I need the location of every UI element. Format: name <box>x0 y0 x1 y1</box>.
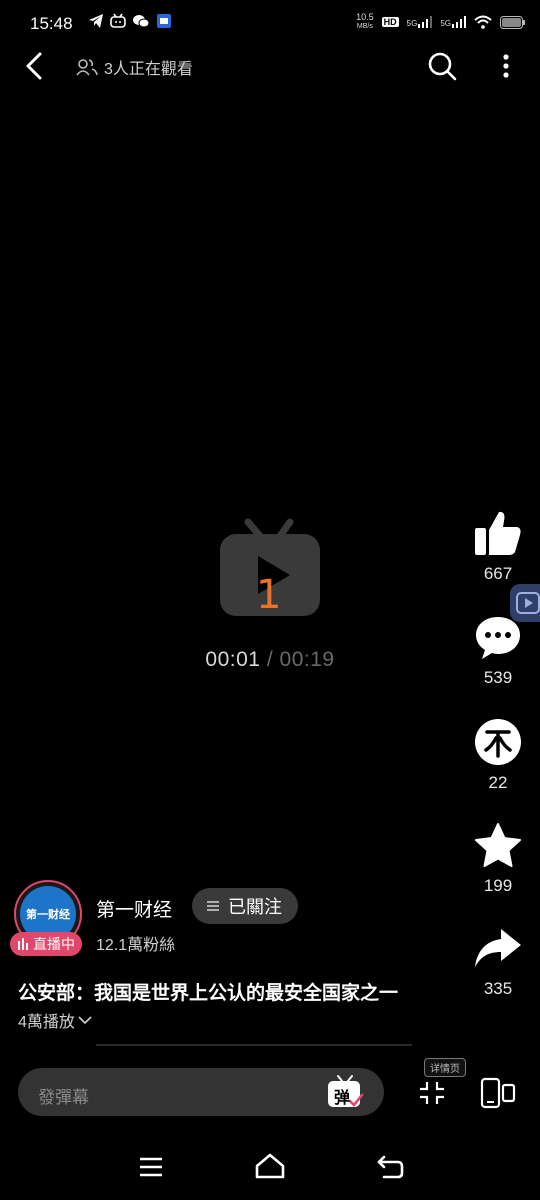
avatar-logo-text: 第一财经 <box>26 909 70 921</box>
app-notification-icon <box>157 14 171 28</box>
sim2-label: 5G <box>440 19 451 28</box>
system-back-button[interactable] <box>376 1154 404 1180</box>
viewer-count-text: 3人正在觀看 <box>104 61 193 78</box>
battery-icon <box>500 15 525 29</box>
telegram-icon <box>89 14 103 28</box>
menu-lines-icon <box>207 901 219 911</box>
floating-video-tab[interactable] <box>510 584 540 622</box>
total-time: 00:19 <box>279 648 335 671</box>
sim1-signal: 5G <box>407 16 433 28</box>
signal-icon <box>452 16 466 28</box>
player-overlay-digit: 1 <box>256 572 282 618</box>
favorite-action[interactable]: 199 <box>466 822 530 896</box>
play-button[interactable]: 1 <box>218 518 322 618</box>
live-badge-label: 直播中 <box>33 936 75 952</box>
wechat-icon <box>133 15 150 28</box>
live-badge[interactable]: 直播中 <box>10 932 82 956</box>
channel-name[interactable]: 第一财经 <box>96 895 172 922</box>
danmaku-placeholder: 發彈幕 <box>38 1088 89 1107</box>
comment-count: 539 <box>483 668 513 687</box>
follow-button[interactable]: 已關注 <box>192 888 298 924</box>
status-notification-icons <box>88 13 172 29</box>
bilibili-icon <box>110 13 126 28</box>
sim1-label: 5G <box>406 19 418 28</box>
viewer-count: 3人正在觀看 <box>76 55 193 79</box>
follow-button-label: 已關注 <box>228 897 282 917</box>
chevron-down-icon <box>78 1016 92 1025</box>
sim2-signal: 5G <box>440 16 466 28</box>
comment-action[interactable]: 539 <box>466 614 530 688</box>
share-arrow-icon <box>475 929 521 967</box>
people-icon <box>76 59 98 76</box>
status-time: 15:48 <box>30 14 73 33</box>
coin-action[interactable]: 22 <box>466 717 530 793</box>
like-count: 667 <box>483 564 513 583</box>
back-button[interactable] <box>20 50 52 82</box>
progress-divider <box>96 1044 412 1046</box>
network-speed-unit: MB/s <box>356 23 373 30</box>
like-action[interactable]: 667 <box>466 508 530 584</box>
live-bars-icon <box>18 938 28 950</box>
danmaku-toggle-button[interactable]: 弹 <box>326 1074 364 1110</box>
system-recents-button[interactable] <box>138 1156 164 1178</box>
video-title[interactable]: 公安部：我国是世界上公认的最安全国家之一 <box>18 978 398 1005</box>
network-speed-value: 10.5 <box>356 12 374 22</box>
time-separator: / <box>266 648 274 671</box>
current-time: 00:01 <box>205 648 261 671</box>
playback-time: 00:01 / 00:19 <box>0 648 540 672</box>
thumbs-up-icon <box>475 511 521 555</box>
status-system-icons: 10.5 MB/s HD 5G 5G <box>356 13 526 31</box>
play-icon <box>516 592 540 614</box>
share-action[interactable]: 335 <box>466 925 530 999</box>
fan-count: 12.1萬粉絲 <box>96 937 176 954</box>
play-count-text: 4萬播放 <box>18 1014 75 1031</box>
detail-page-badge: 详情页 <box>424 1058 466 1077</box>
share-count: 335 <box>483 979 513 998</box>
hd-badge: HD <box>381 17 399 27</box>
wifi-icon <box>474 15 492 29</box>
coin-icon <box>475 719 521 765</box>
star-icon <box>475 823 521 867</box>
coin-count: 22 <box>488 773 508 792</box>
play-count[interactable]: 4萬播放 <box>18 1008 93 1032</box>
collapse-fullscreen-button[interactable] <box>418 1078 446 1108</box>
screen-switch-button[interactable] <box>480 1076 516 1110</box>
signal-icon <box>418 16 433 28</box>
danmaku-button-label: 弹 <box>334 1090 351 1107</box>
more-options-button[interactable] <box>494 50 518 82</box>
favorite-count: 199 <box>483 876 513 895</box>
system-home-button[interactable] <box>254 1152 286 1180</box>
search-button[interactable] <box>426 50 458 82</box>
